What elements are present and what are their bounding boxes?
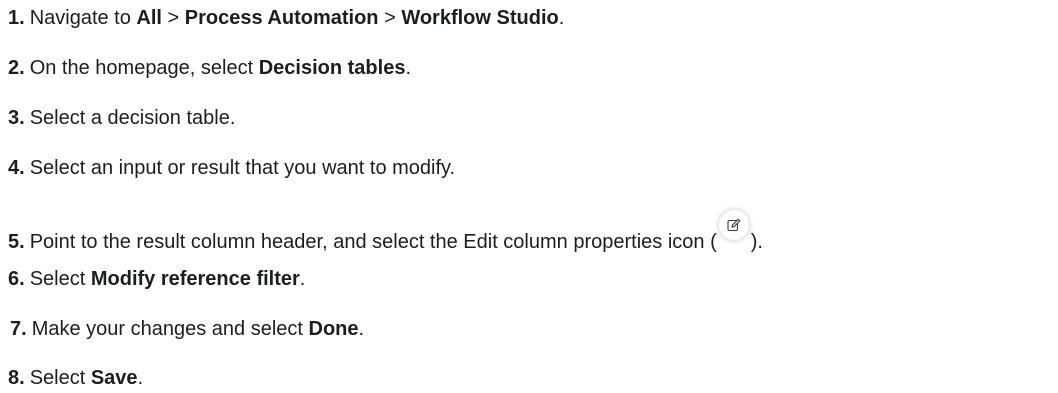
path-separator: > [161, 7, 185, 29]
step-number: 7. [10, 318, 27, 340]
step-2: 2. On the homepage, select Decision table… [8, 53, 411, 83]
step-number: 6. [8, 268, 25, 290]
ui-term-done: Done [308, 318, 359, 340]
step-text-end: . [299, 268, 306, 290]
step-3: 3. Select a decision table. [8, 103, 235, 133]
ui-term-save: Save [90, 367, 138, 389]
step-text-end: ). [750, 231, 763, 253]
ui-term-decision-tables: Decision tables [258, 57, 406, 79]
step-6: 6. Select Modify reference filter. [8, 264, 305, 294]
step-text-end: . [137, 367, 144, 389]
menu-path-workflow-studio: Workflow Studio [401, 7, 559, 29]
ui-term-modify-reference-filter: Modify reference filter [90, 268, 300, 290]
step-1: 1. Navigate to All > Process Automation >… [8, 3, 564, 33]
step-number: 1. [8, 7, 25, 29]
step-text: Point to the result column header, and s… [29, 231, 717, 253]
step-number: 8. [8, 367, 25, 389]
procedure-steps: 1. Navigate to All > Process Automation >… [0, 0, 1058, 389]
path-separator: > [378, 7, 402, 29]
step-text: On the homepage, select [29, 57, 259, 79]
pencil-edit-icon [718, 210, 749, 240]
step-number: 4. [8, 157, 25, 179]
step-text-end: . [558, 7, 565, 29]
step-5: 5. Point to the result column header, and… [8, 210, 763, 253]
step-4: 4. Select an input or result that you wan… [8, 153, 455, 183]
step-7: 7. Make your changes and select Done. [10, 314, 364, 344]
menu-path-all: All [136, 7, 162, 29]
step-number: 5. [8, 231, 25, 253]
step-text: Select a decision table. [29, 107, 236, 129]
menu-path-process-automation: Process Automation [184, 7, 379, 29]
step-text: Select an input or result that you want … [29, 157, 456, 179]
step-number: 2. [8, 57, 25, 79]
step-text: Select [29, 367, 91, 389]
step-text: Make your changes and select [31, 318, 309, 340]
step-text: Navigate to [29, 7, 137, 29]
step-text-end: . [358, 318, 365, 340]
step-text: Select [29, 268, 91, 290]
step-number: 3. [8, 107, 25, 129]
step-text-end: . [405, 57, 412, 79]
